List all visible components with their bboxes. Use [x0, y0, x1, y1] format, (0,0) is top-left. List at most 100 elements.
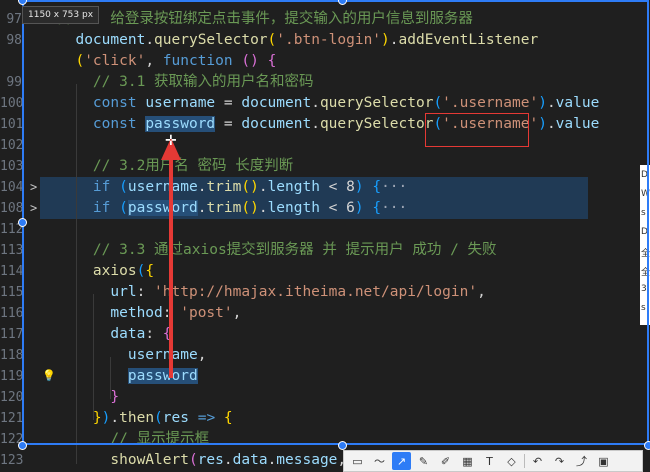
code-line[interactable]: 114 axios({ — [0, 261, 640, 282]
code-line[interactable]: 103 // 3.2用户名 密码 长度判断 — [0, 156, 640, 177]
code-line[interactable]: 98 document.querySelector('.btn-login').… — [0, 30, 640, 51]
side-panel-label: W — [641, 189, 650, 199]
code-line[interactable]: 104 > if (username.trim().length < 8) {··… — [0, 177, 588, 198]
code-token: { — [162, 326, 172, 342]
code-text[interactable]: if (password.trim().length < 6) {··· — [58, 198, 407, 219]
code-text[interactable]: url: 'http://hmajax.itheima.net/api/logi… — [58, 282, 485, 303]
code-token: addEventListener — [398, 32, 539, 48]
mosaic-tool-icon[interactable]: ▦ — [458, 452, 477, 470]
undo-icon[interactable]: ↶ — [528, 452, 547, 470]
eraser-tool-icon[interactable]: ◇ — [502, 452, 521, 470]
code-token: { — [145, 263, 155, 279]
code-token: 'http://hmajax.itheima.net/api/login' — [154, 284, 478, 300]
code-line[interactable]: 99 // 3.1 获取输入的用户名和密码 — [0, 72, 640, 93]
code-line[interactable]: 102 — [0, 135, 640, 156]
code-token: querySelector — [319, 95, 434, 111]
indent-guide — [93, 294, 94, 420]
arrow-tool-icon[interactable]: ↗ — [392, 452, 411, 470]
code-text[interactable]: showAlert(res.data.message, — [58, 450, 346, 471]
code-line[interactable]: 117 data: { — [0, 324, 640, 345]
code-token: message — [276, 452, 338, 468]
capture-resize-handle[interactable] — [18, 441, 27, 450]
code-token: password — [127, 200, 198, 216]
text-tool-icon[interactable]: T — [480, 452, 499, 470]
code-line[interactable]: 115 url: 'http://hmajax.itheima.net/api/… — [0, 282, 640, 303]
code-token: url — [58, 284, 137, 300]
code-text[interactable]: // 显示提示框 — [58, 429, 209, 450]
code-token: . — [145, 32, 155, 48]
code-token: ) — [538, 95, 547, 111]
side-panel-label: s — [641, 208, 646, 218]
capture-resize-handle[interactable] — [644, 441, 650, 450]
code-token: < 6 — [319, 200, 355, 216]
code-text[interactable]: // 3.1 获取输入的用户名和密码 — [58, 72, 314, 93]
code-token: . — [110, 410, 120, 426]
code-line[interactable]: 112 — [0, 219, 640, 240]
code-token: ··· — [381, 200, 408, 216]
code-token: : — [145, 326, 163, 342]
code-token: . — [223, 452, 233, 468]
code-token: axios — [92, 263, 137, 279]
line-number: 100 — [0, 96, 24, 111]
fold-chevron-icon[interactable]: > — [30, 198, 40, 219]
lightbulb-icon[interactable]: 💡 — [42, 369, 56, 382]
code-line[interactable]: 119 password — [0, 366, 640, 387]
code-text[interactable]: ('click', function () { — [58, 51, 276, 72]
fold-chevron-icon[interactable]: > — [30, 177, 40, 198]
code-token: . — [311, 116, 320, 132]
pencil-tool-icon[interactable]: ✎ — [414, 452, 433, 470]
code-token: . — [311, 95, 320, 111]
code-line[interactable]: 120 } — [0, 387, 640, 408]
code-token: // 3.2用户名 密码 长度判断 — [58, 158, 294, 174]
code-text[interactable]: // 3.3 通过axios提交到服务器 并 提示用户 成功 / 失败 — [58, 240, 497, 261]
code-line[interactable]: 118 username, — [0, 345, 640, 366]
line-number: 102 — [0, 138, 24, 153]
code-text[interactable]: }).then(res => { — [58, 408, 233, 429]
redo-icon[interactable]: ↷ — [550, 452, 569, 470]
capture-resize-handle[interactable] — [338, 0, 347, 5]
code-text[interactable]: method: 'post', — [58, 303, 241, 324]
line-number: 120 — [0, 390, 24, 405]
rect-select-tool-icon[interactable]: ▭ — [348, 452, 367, 470]
capture-resize-handle[interactable] — [338, 441, 347, 450]
code-line[interactable]: 121 }).then(res => { — [0, 408, 640, 429]
code-token: ( — [188, 452, 198, 468]
annotation-highlight-box — [425, 113, 529, 147]
code-line[interactable]: 100 const username = document.querySelec… — [0, 93, 640, 114]
code-token: res — [197, 452, 224, 468]
save-icon[interactable]: ▣ — [594, 452, 613, 470]
code-token: { — [223, 410, 233, 426]
code-text[interactable]: password — [58, 366, 198, 387]
code-token: document — [58, 32, 146, 48]
code-text[interactable]: // 3.2用户名 密码 长度判断 — [58, 156, 293, 177]
code-token: length — [267, 200, 320, 216]
code-line[interactable]: 108 > if (password.trim().length < 6) {··… — [0, 198, 588, 219]
code-token: ( — [154, 410, 163, 426]
code-line[interactable]: ('click', function () { — [0, 51, 640, 72]
line-number: 114 — [0, 264, 24, 279]
code-text[interactable]: // 3. 给登录按钮绑定点击事件，提交输入的用户信息到服务器 — [58, 9, 473, 30]
code-line[interactable]: 113 // 3.3 通过axios提交到服务器 并 提示用户 成功 / 失败 — [0, 240, 640, 261]
code-token: . — [267, 452, 277, 468]
curve-tool-icon[interactable]: 〜 — [370, 452, 389, 470]
code-token: ( — [433, 95, 443, 111]
code-token: value — [555, 116, 600, 132]
code-line[interactable]: 122 // 显示提示框 — [0, 429, 640, 450]
share-icon[interactable]: ⤴ — [572, 452, 591, 470]
code-text[interactable]: if (username.trim().length < 8) {··· — [58, 177, 407, 198]
marker-tool-icon[interactable]: ✐ — [436, 452, 455, 470]
code-line[interactable]: 101 const password = document.querySelec… — [0, 114, 640, 135]
code-token: password — [145, 116, 216, 132]
code-line[interactable]: 116 method: 'post', — [0, 303, 640, 324]
code-token: . — [546, 116, 556, 132]
code-text[interactable]: document.querySelector('.btn-login').add… — [58, 30, 538, 51]
code-token: : — [136, 284, 155, 300]
code-text[interactable]: const username = document.querySelector(… — [58, 93, 599, 114]
code-text[interactable]: axios({ — [58, 261, 154, 282]
code-text[interactable]: username, — [58, 345, 207, 366]
capture-resize-handle[interactable] — [18, 218, 27, 227]
code-token: trim — [206, 179, 242, 195]
